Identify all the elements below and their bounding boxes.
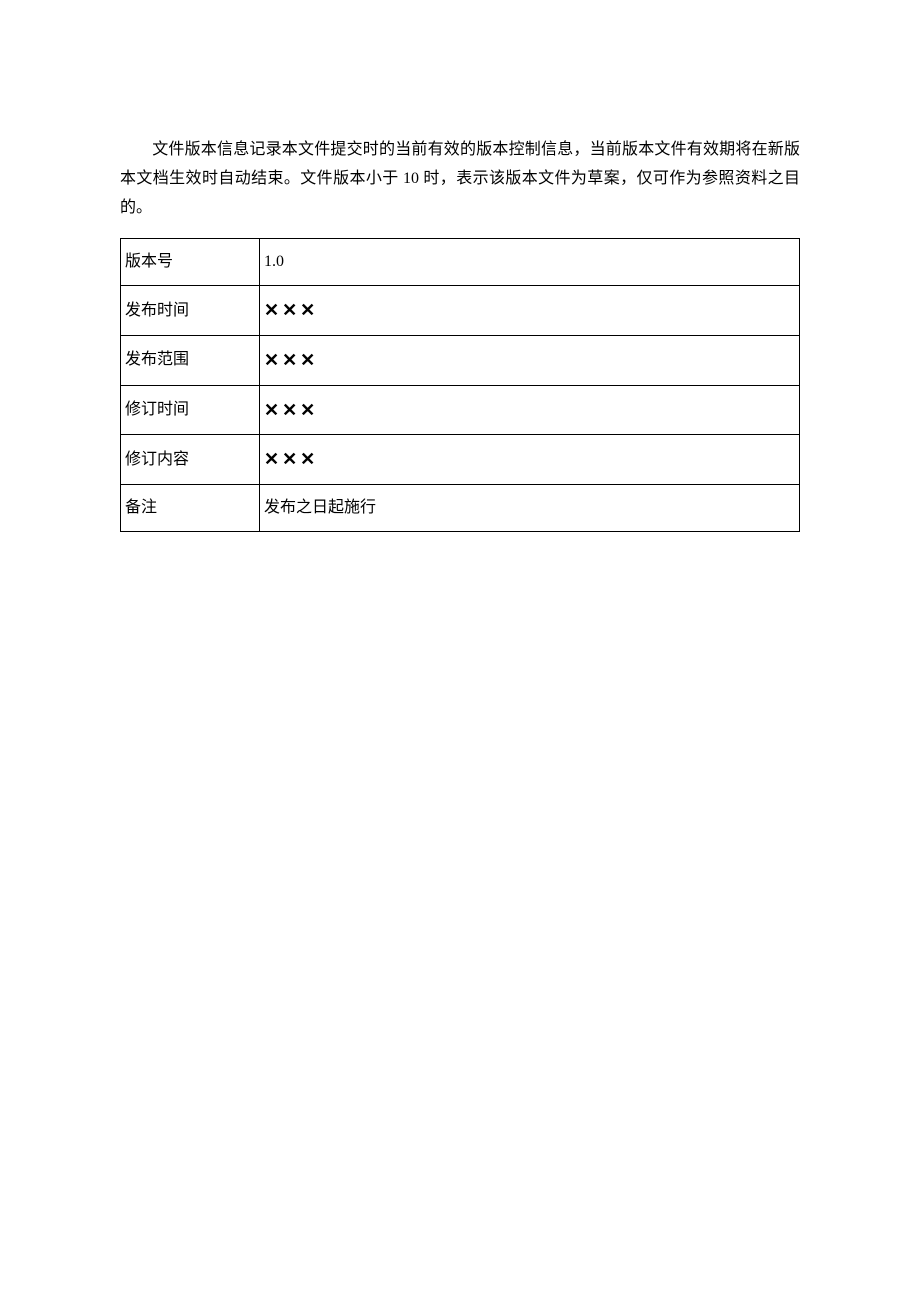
intro-text: 文件版本信息记录本文件提交时的当前有效的版本控制信息，当前版本文件有效期将在新版… <box>120 141 800 216</box>
version-table: 版本号 1.0 发布时间 ✕✕✕ 发布范围 ✕✕✕ 修订时间 ✕✕✕ 修订内容 … <box>120 238 800 531</box>
placeholder-xxx: ✕✕✕ <box>264 350 318 370</box>
intro-paragraph: 文件版本信息记录本文件提交时的当前有效的版本控制信息，当前版本文件有效期将在新版… <box>120 136 800 222</box>
row-label: 版本号 <box>121 239 260 286</box>
table-row: 修订时间 ✕✕✕ <box>121 385 800 435</box>
row-value: ✕✕✕ <box>260 435 800 485</box>
placeholder-xxx: ✕✕✕ <box>264 400 318 420</box>
table-row: 版本号 1.0 <box>121 239 800 286</box>
document-page: 文件版本信息记录本文件提交时的当前有效的版本控制信息，当前版本文件有效期将在新版… <box>0 0 920 1301</box>
placeholder-xxx: ✕✕✕ <box>264 449 318 469</box>
table-row: 发布时间 ✕✕✕ <box>121 285 800 335</box>
row-label: 发布范围 <box>121 335 260 385</box>
row-label: 发布时间 <box>121 285 260 335</box>
table-row: 修订内容 ✕✕✕ <box>121 435 800 485</box>
row-value: ✕✕✕ <box>260 385 800 435</box>
row-value: 发布之日起施行 <box>260 485 800 532</box>
table-row: 发布范围 ✕✕✕ <box>121 335 800 385</box>
placeholder-xxx: ✕✕✕ <box>264 300 318 320</box>
row-value: ✕✕✕ <box>260 285 800 335</box>
row-label: 备注 <box>121 485 260 532</box>
row-label: 修订时间 <box>121 385 260 435</box>
row-value: 1.0 <box>260 239 800 286</box>
row-value: ✕✕✕ <box>260 335 800 385</box>
table-row: 备注 发布之日起施行 <box>121 485 800 532</box>
row-label: 修订内容 <box>121 435 260 485</box>
